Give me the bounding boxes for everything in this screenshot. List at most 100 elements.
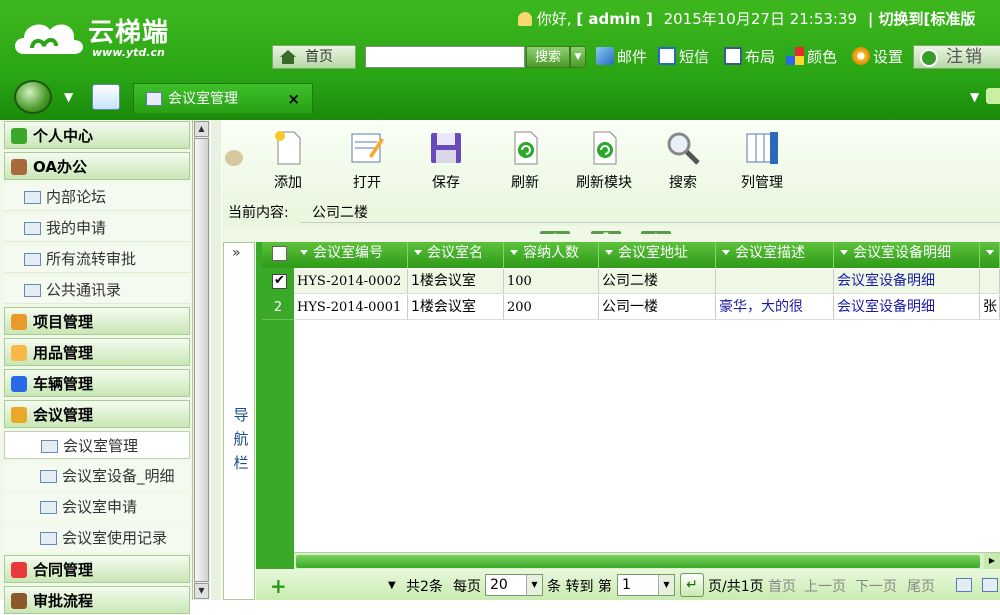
first-page-link[interactable]: 首页 [768,576,796,596]
username[interactable]: [ admin ] [576,10,652,28]
sidebar-item-label: 所有流转审批 [46,250,137,268]
sidebar-item[interactable]: 会议室设备_明细 [4,462,190,490]
sidebar-item[interactable]: 内部论坛 [4,183,190,211]
sidebar-item[interactable]: 个人中心 [4,121,190,149]
search-dropdown-icon[interactable]: ▼ [570,46,586,68]
sidebar-splitter[interactable] [211,120,221,600]
mail-icon [596,47,614,65]
color-button[interactable]: 颜色 [786,46,837,68]
sidebar-item[interactable]: 公共通讯录 [4,276,190,304]
tab-scroll-handle[interactable] [986,88,1000,104]
sidebar-item[interactable]: 会议室管理 [4,431,190,459]
layout-label: 布局 [745,48,776,66]
sidebar-item[interactable]: 会议管理 [4,400,190,428]
collapse-icon[interactable] [225,150,243,166]
current-content-label: 当前内容: [228,205,289,221]
mail-label: 邮件 [617,48,648,66]
sort-dropdown-icon[interactable] [722,250,730,255]
sort-dropdown-icon[interactable] [605,250,613,255]
edit-window-icon[interactable] [92,84,120,110]
sort-dropdown-icon[interactable] [986,250,994,255]
sidebar-item-label: 项目管理 [33,313,94,331]
grid-hscrollbar[interactable]: ▶ [294,552,1000,570]
column-header[interactable]: 容纳人数 [504,242,599,268]
sidebar-item[interactable]: 所有流转审批 [4,245,190,273]
equipment-detail-link[interactable]: 会议室设备明细 [834,295,980,320]
sort-dropdown-icon[interactable] [414,250,422,255]
table-cell: 1楼会议室 [408,295,504,320]
pager-dropdown-icon[interactable]: ▼ [388,580,396,591]
sidebar-item[interactable]: 会议室申请 [4,493,190,521]
sms-button[interactable]: 短信 [658,46,709,68]
sidebar-item-label: 内部论坛 [46,188,107,206]
column-header-label: 会议室描述 [735,245,805,261]
view-list-icon[interactable] [956,578,972,592]
refresh-module-button[interactable]: 刷新模块 [569,130,639,191]
table-cell [980,269,1000,294]
column-header[interactable] [980,242,1000,268]
refresh-button[interactable]: 刷新 [490,130,560,191]
row-checkbox[interactable]: ✔ [272,274,287,289]
sidebar-item[interactable]: 车辆管理 [4,369,190,397]
search-button[interactable]: 搜索 [526,46,570,68]
column-header[interactable]: 会议室描述 [716,242,834,268]
sidebar-item[interactable]: 审批流程 [4,586,190,614]
layout-button[interactable]: 布局 [724,46,775,68]
next-page-link[interactable]: 下一页 [855,576,897,596]
scroll-right-icon[interactable]: ▶ [984,553,1000,570]
nav-pane-label[interactable]: 导航栏 [232,403,250,475]
column-header[interactable]: 会议室地址 [599,242,716,268]
start-menu-button[interactable] [14,80,52,114]
mail-button[interactable]: 邮件 [596,46,647,68]
close-tab-icon[interactable]: × [287,84,300,114]
home-button[interactable]: 首页 [272,45,356,69]
go-button[interactable]: ↵ [680,573,704,597]
add-button[interactable]: 添加 [253,130,323,191]
search-tool-button[interactable]: 搜索 [648,130,718,191]
tab-meeting-room-mgmt[interactable]: 会议室管理 × [133,83,313,113]
per-page-select[interactable]: 20 ▼ [485,574,543,596]
expand-nav-icon[interactable]: » [232,245,241,261]
nav-pane: » 导航栏 [223,242,255,600]
sidebar-scrollbar[interactable]: ▲ ▼ [192,120,210,600]
hscroll-thumb[interactable] [296,555,980,568]
save-label: 保存 [432,175,460,191]
sidebar-item-label: 会议室使用记录 [62,529,168,547]
sort-dropdown-icon[interactable] [300,250,308,255]
add-row-icon[interactable]: + [270,574,287,598]
sidebar-item[interactable]: 合同管理 [4,555,190,583]
scroll-up-icon[interactable]: ▲ [194,121,209,137]
search-input[interactable] [365,46,525,68]
settings-button[interactable]: 设置 [852,46,903,68]
prev-page-link[interactable]: 上一页 [804,576,846,596]
scroll-down-icon[interactable]: ▼ [194,583,209,599]
sort-dropdown-icon[interactable] [510,250,518,255]
tab-list-dropdown-icon[interactable]: ▼ [970,90,979,104]
column-header[interactable]: 会议室名 [408,242,504,268]
sidebar-item[interactable]: 用品管理 [4,338,190,366]
grid-icon [40,501,57,514]
menu-dropdown-icon[interactable]: ▼ [64,90,73,104]
equipment-detail-link[interactable]: 会议室设备明细 [834,269,980,294]
logo-url: www.ytd.cn [92,46,165,59]
sort-dropdown-icon[interactable] [840,250,848,255]
view-grid-icon[interactable] [982,578,998,592]
scroll-thumb[interactable] [194,138,209,582]
sidebar-item[interactable]: 我的申请 [4,214,190,242]
column-header[interactable]: 会议室编号 [294,242,408,268]
column-mgmt-button[interactable]: 列管理 [727,130,797,191]
sidebar-item[interactable]: OA办公 [4,152,190,180]
save-button[interactable]: 保存 [411,130,481,191]
sidebar-item[interactable]: 项目管理 [4,307,190,335]
column-header[interactable]: 会议室设备明细 [834,242,980,268]
column-header-label: 会议室地址 [618,245,688,261]
logout-button[interactable]: 注销 [913,45,1000,69]
page-select[interactable]: 1 ▼ [617,574,675,596]
sidebar-item[interactable]: 会议室使用记录 [4,524,190,552]
open-button[interactable]: 打开 [332,130,402,191]
select-all-checkbox[interactable] [272,246,287,261]
last-page-link[interactable]: 尾页 [907,576,935,596]
grid-icon [41,440,58,453]
floppy-icon [431,133,461,163]
switch-edition-link[interactable]: | 切换到[标准版 [868,10,976,28]
